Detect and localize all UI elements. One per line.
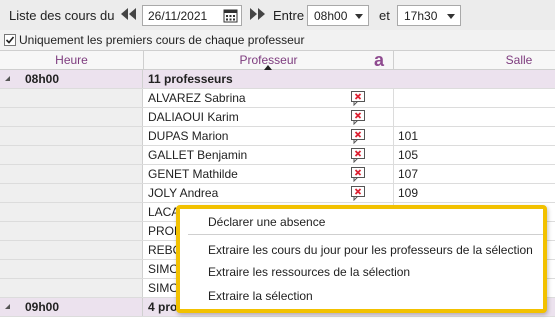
end-time-value: 17h30 <box>404 9 438 23</box>
professor-name: JOLY Andrea <box>148 186 219 200</box>
heure-cell <box>0 260 143 278</box>
professor-name: DUPAS Marion <box>148 129 229 143</box>
start-time-select[interactable]: 08h00 <box>307 5 369 26</box>
filter-row: Uniquement les premiers cours de chaque … <box>0 30 555 50</box>
professor-name: GALLET Benjamin <box>148 148 248 162</box>
heure-cell: 08h00 <box>0 70 143 88</box>
previous-day-button[interactable] <box>119 4 139 24</box>
menu-item-extract-day-courses[interactable]: Extraire les cours du jour pour les prof… <box>208 243 533 257</box>
grid-header: Heure Professeur a Salle <box>0 50 555 70</box>
group-row[interactable]: 08h00 11 professeurs <box>0 70 555 89</box>
a-logo-icon[interactable]: a <box>374 51 384 69</box>
first-course-checkbox[interactable] <box>4 34 16 46</box>
salle-value: 107 <box>398 167 419 181</box>
heure-cell <box>0 203 143 221</box>
column-divider <box>393 89 394 107</box>
start-time-value: 08h00 <box>314 9 348 23</box>
column-header-salle[interactable]: Salle <box>394 51 555 70</box>
salle-value: 101 <box>398 129 419 143</box>
professor-name: DALIAOUI Karim <box>148 110 239 124</box>
table-row[interactable]: DUPAS Marion 101 <box>0 127 555 146</box>
column-divider <box>393 165 394 183</box>
checkmark-icon <box>5 36 15 44</box>
context-menu: Déclarer une absence Extraire les cours … <box>176 205 547 313</box>
absence-bubble-icon[interactable] <box>350 90 366 106</box>
table-row[interactable]: GALLET Benjamin 105 <box>0 146 555 165</box>
table-row[interactable]: GENET Mathilde 107 <box>0 165 555 184</box>
professor-name: ALVAREZ Sabrina <box>148 91 246 105</box>
professor-name: SIMO <box>148 281 179 295</box>
column-divider <box>393 184 394 202</box>
professor-name: SIMO <box>148 262 179 276</box>
and-label: et <box>379 8 390 23</box>
date-value: 26/11/2021 <box>148 9 208 23</box>
group-heure: 08h00 <box>25 72 60 86</box>
first-course-checkbox-label[interactable]: Uniquement les premiers cours de chaque … <box>19 33 304 47</box>
chevron-down-icon <box>355 14 363 19</box>
professor-name: LACA <box>148 205 180 219</box>
column-divider <box>393 108 394 126</box>
heure-cell <box>0 184 143 202</box>
salle-value: 105 <box>398 148 419 162</box>
table-row[interactable]: JOLY Andrea 109 <box>0 184 555 203</box>
calendar-icon[interactable] <box>223 8 238 23</box>
next-day-button[interactable] <box>247 4 267 24</box>
table-row[interactable]: ALVAREZ Sabrina <box>0 89 555 108</box>
heure-cell <box>0 279 143 297</box>
menu-divider <box>188 234 543 235</box>
group-heure: 09h00 <box>25 300 60 314</box>
heure-cell <box>0 108 143 126</box>
heure-cell <box>0 146 143 164</box>
collapse-triangle-icon[interactable] <box>5 76 10 81</box>
column-divider <box>393 146 394 164</box>
heure-cell <box>0 241 143 259</box>
column-header-heure[interactable]: Heure <box>0 51 143 70</box>
absence-bubble-icon[interactable] <box>350 128 366 144</box>
column-divider <box>393 127 394 145</box>
professor-name: GENET Mathilde <box>148 167 238 181</box>
date-input[interactable]: 26/11/2021 <box>142 5 242 26</box>
table-row[interactable]: DALIAOUI Karim <box>0 108 555 127</box>
heure-cell <box>0 89 143 107</box>
heure-cell <box>0 127 143 145</box>
collapse-triangle-icon[interactable] <box>5 304 10 309</box>
heure-cell <box>0 222 143 240</box>
absence-bubble-icon[interactable] <box>350 185 366 201</box>
absence-bubble-icon[interactable] <box>350 166 366 182</box>
absence-bubble-icon[interactable] <box>350 109 366 125</box>
heure-cell: 09h00 <box>0 298 143 316</box>
heure-cell <box>0 165 143 183</box>
menu-item-extract-selection[interactable]: Extraire la sélection <box>208 289 313 303</box>
double-left-arrow-icon <box>121 8 136 20</box>
menu-item-extract-resources[interactable]: Extraire les ressources de la sélection <box>208 265 410 279</box>
toolbar: Liste des cours du 26/11/2021 Entre 08h0… <box>0 0 555 30</box>
absence-bubble-icon[interactable] <box>350 147 366 163</box>
end-time-select[interactable]: 17h30 <box>397 5 461 26</box>
group-count: 11 professeurs <box>148 72 233 86</box>
chevron-down-icon <box>447 14 455 19</box>
menu-item-declare-absence[interactable]: Déclarer une absence <box>208 215 325 229</box>
salle-value: 109 <box>398 186 419 200</box>
between-label: Entre <box>273 8 305 23</box>
double-right-arrow-icon <box>250 8 265 20</box>
list-label: Liste des cours du <box>9 8 115 23</box>
